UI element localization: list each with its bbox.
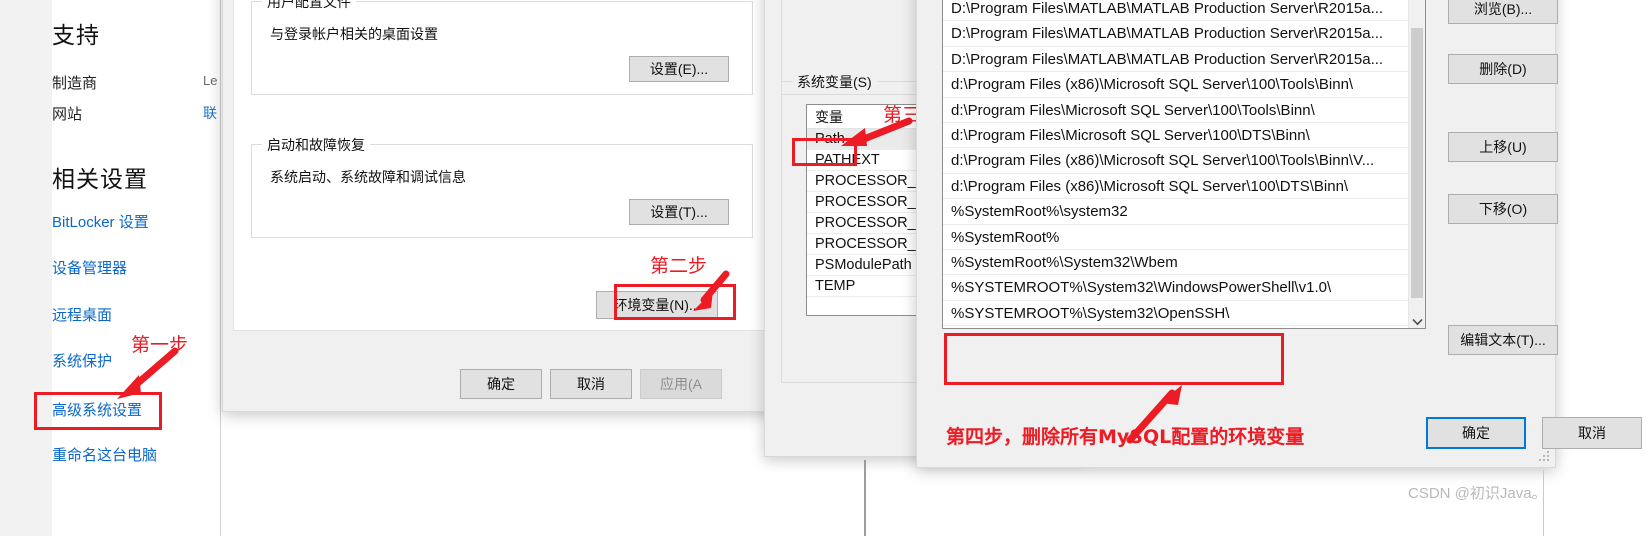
list-item[interactable]: d:\Program Files\Microsoft SQL Server\10… bbox=[943, 123, 1408, 149]
list-item[interactable]: D:\Program Files\MATLAB\MATLAB Productio… bbox=[943, 21, 1408, 47]
settings-page-divider bbox=[220, 0, 221, 536]
related-settings-heading: 相关设置 bbox=[52, 166, 148, 192]
manufacturer-value: Le bbox=[203, 73, 218, 88]
settings-page: 支持 制造商 网站 相关设置 BitLocker 设置 设备管理器 远程桌面 系… bbox=[0, 0, 222, 536]
system-properties-cancel-button[interactable]: 取消 bbox=[550, 369, 632, 399]
path-list-scrollbar[interactable] bbox=[1408, 0, 1425, 328]
website-label: 网站 bbox=[52, 106, 83, 123]
scrollbar-thumb[interactable] bbox=[1411, 28, 1423, 298]
user-profile-description: 与登录帐户相关的桌面设置 bbox=[270, 26, 438, 42]
list-item[interactable]: D:\Program Files\MATLAB\MATLAB Productio… bbox=[943, 47, 1408, 73]
window-edge-line-right bbox=[1543, 470, 1544, 536]
edit-env-ok-button[interactable]: 确定 bbox=[1426, 417, 1526, 449]
highlight-box-mysql-paths bbox=[944, 333, 1284, 385]
sidebar-link-rename-pc[interactable]: 重命名这台电脑 bbox=[52, 444, 157, 465]
list-item[interactable]: D:\Program Files\MATLAB\MATLAB Productio… bbox=[943, 0, 1408, 22]
resize-grip[interactable] bbox=[1539, 451, 1551, 463]
startup-recovery-settings-button[interactable]: 设置(T)... bbox=[629, 199, 729, 225]
delete-button[interactable]: 删除(D) bbox=[1448, 54, 1558, 84]
sidebar-link-system-protection[interactable]: 系统保护 bbox=[52, 350, 112, 371]
highlight-box-advanced-system-settings bbox=[34, 392, 162, 430]
settings-content: 支持 制造商 网站 相关设置 BitLocker 设置 设备管理器 远程桌面 系… bbox=[52, 0, 222, 536]
support-heading: 支持 bbox=[52, 22, 100, 48]
settings-left-rail bbox=[0, 0, 52, 536]
list-item[interactable]: d:\Program Files\Microsoft SQL Server\10… bbox=[943, 98, 1408, 123]
move-up-button[interactable]: 上移(U) bbox=[1448, 132, 1558, 162]
highlight-box-environment-variables bbox=[614, 284, 736, 320]
list-item[interactable]: %SystemRoot%\System32\Wbem bbox=[943, 250, 1408, 276]
path-entries-rows: D:\Program Files\MATLAB\MATLAB Productio… bbox=[943, 0, 1408, 328]
website-value: 联 bbox=[203, 105, 217, 121]
list-item[interactable]: %SystemRoot% bbox=[943, 225, 1408, 250]
highlight-box-path-variable bbox=[792, 138, 857, 166]
user-profile-group: 用户配置文件 与登录帐户相关的桌面设置 设置(E)... bbox=[251, 0, 753, 95]
system-properties-dialog: 用户配置文件 与登录帐户相关的桌面设置 设置(E)... 启动和故障恢复 系统启… bbox=[222, 0, 778, 412]
edit-environment-variable-dialog: D:\Program Files\MATLAB\MATLAB Productio… bbox=[916, 0, 1642, 468]
startup-recovery-description: 系统启动、系统故障和调试信息 bbox=[270, 169, 466, 185]
path-entries-listbox[interactable]: D:\Program Files\MATLAB\MATLAB Productio… bbox=[942, 0, 1426, 329]
watermark: CSDN @初识Java。 bbox=[1408, 485, 1547, 502]
system-variables-label: 系统变量(S) bbox=[792, 72, 877, 92]
list-item[interactable]: %SystemRoot%\system32 bbox=[943, 199, 1408, 225]
list-item[interactable]: d:\Program Files (x86)\Microsoft SQL Ser… bbox=[943, 148, 1408, 174]
edit-env-cancel-button[interactable]: 取消 bbox=[1542, 417, 1642, 449]
startup-recovery-group: 启动和故障恢复 系统启动、系统故障和调试信息 设置(T)... bbox=[251, 135, 753, 238]
list-item[interactable]: %MAVEN_HOME%\bin bbox=[943, 326, 1408, 328]
startup-recovery-group-title: 启动和故障恢复 bbox=[262, 135, 370, 155]
user-profile-group-title: 用户配置文件 bbox=[262, 0, 356, 12]
list-item[interactable]: d:\Program Files (x86)\Microsoft SQL Ser… bbox=[943, 174, 1408, 200]
list-item[interactable]: %SYSTEMROOT%\System32\OpenSSH\ bbox=[943, 301, 1408, 327]
list-item[interactable]: %SYSTEMROOT%\System32\WindowsPowerShell\… bbox=[943, 275, 1408, 301]
list-item[interactable]: d:\Program Files (x86)\Microsoft SQL Ser… bbox=[943, 72, 1408, 98]
move-down-button[interactable]: 下移(O) bbox=[1448, 194, 1558, 224]
sidebar-link-remote-desktop[interactable]: 远程桌面 bbox=[52, 304, 112, 325]
system-properties-apply-button: 应用(A bbox=[640, 369, 722, 399]
user-profile-settings-button[interactable]: 设置(E)... bbox=[629, 56, 729, 82]
manufacturer-label: 制造商 bbox=[52, 75, 98, 92]
system-properties-ok-button[interactable]: 确定 bbox=[460, 369, 542, 399]
sidebar-link-bitlocker[interactable]: BitLocker 设置 bbox=[52, 211, 149, 232]
window-edge-line bbox=[864, 460, 866, 536]
sidebar-link-device-manager[interactable]: 设备管理器 bbox=[52, 257, 127, 278]
annotation-step4: 第四步，删除所有MySQL配置的环境变量 bbox=[946, 426, 1305, 448]
chevron-down-icon[interactable] bbox=[1409, 313, 1425, 328]
edit-text-button[interactable]: 编辑文本(T)... bbox=[1448, 325, 1558, 355]
browse-button[interactable]: 浏览(B)... bbox=[1448, 0, 1558, 24]
